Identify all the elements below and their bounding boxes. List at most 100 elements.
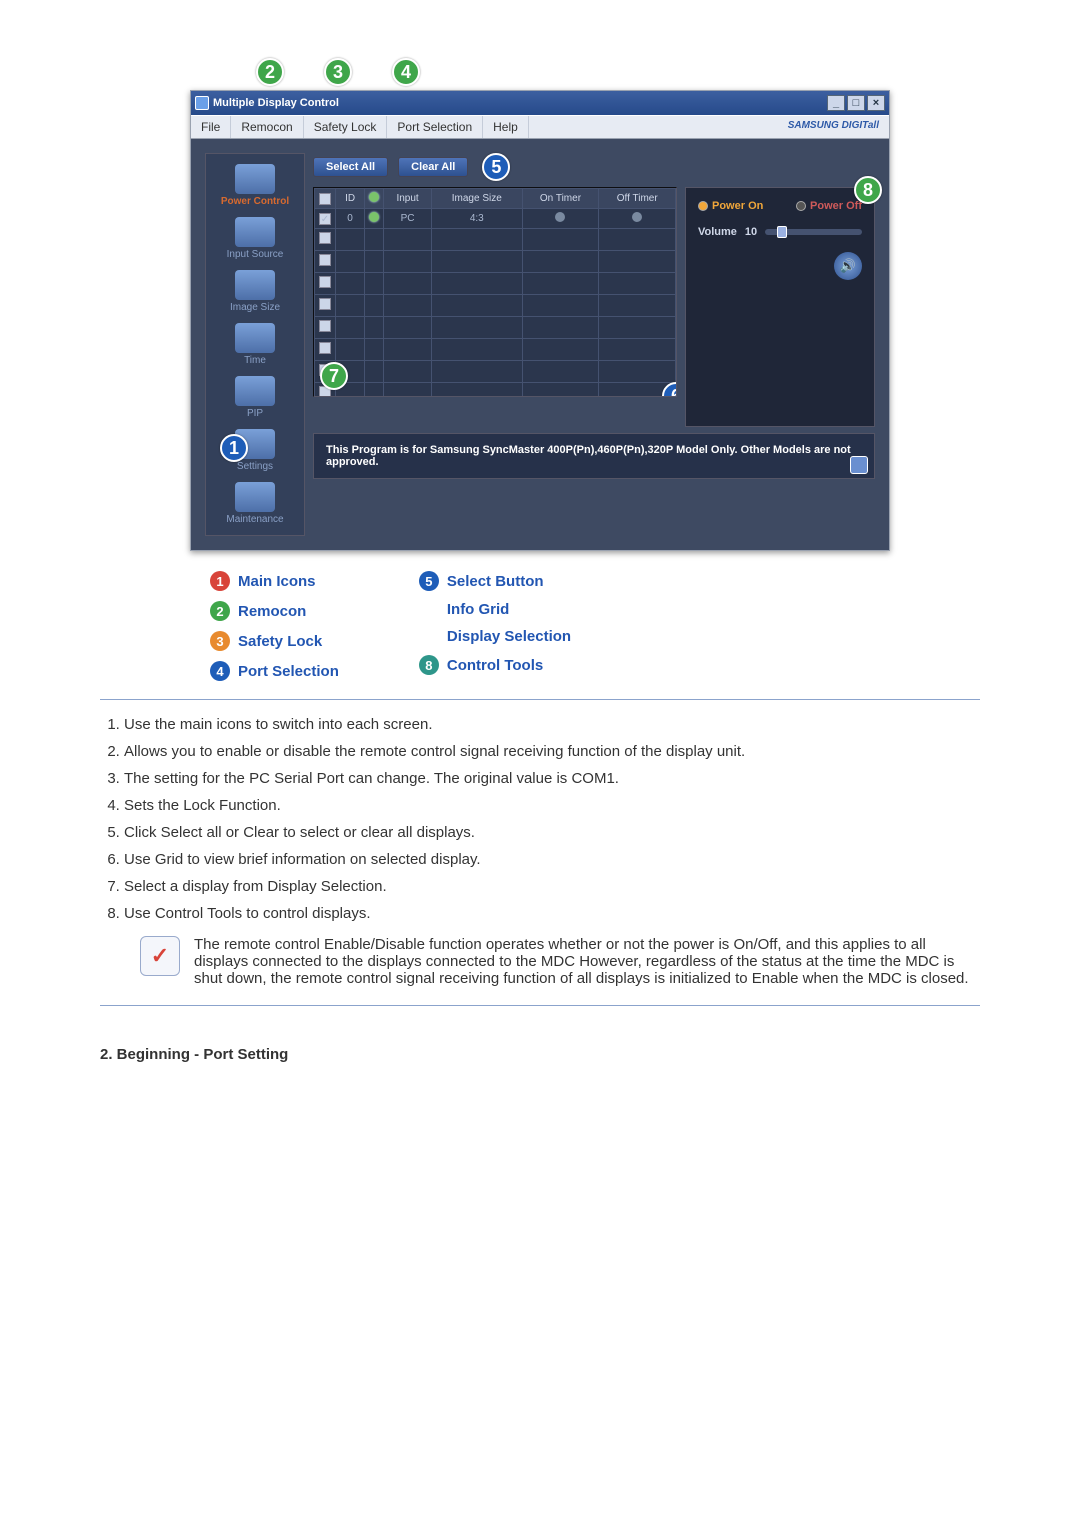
legend-text: Control Tools xyxy=(447,657,543,674)
separator xyxy=(100,1005,980,1006)
separator xyxy=(100,699,980,700)
table-row[interactable] xyxy=(315,273,676,295)
volume-label: Volume xyxy=(698,226,737,238)
sidebar: Power Control Input Source Image Size Ti… xyxy=(205,153,305,536)
grid-header-image-size: Image Size xyxy=(432,189,523,209)
legend-text: Display Selection xyxy=(447,628,571,645)
radio-dot-icon xyxy=(698,201,708,211)
menu-help[interactable]: Help xyxy=(483,116,529,138)
note-icon: ✓ xyxy=(140,936,180,976)
maintenance-icon xyxy=(235,482,275,512)
sidebar-item-label: Time xyxy=(208,355,302,366)
legend-text: Safety Lock xyxy=(238,633,322,650)
row-checkbox[interactable] xyxy=(319,254,331,266)
list-item: Use Control Tools to control displays. xyxy=(124,905,980,922)
row-checkbox[interactable]: ✓ xyxy=(319,213,331,225)
app-title: Multiple Display Control xyxy=(213,97,339,109)
power-off-label: Power Off xyxy=(810,200,862,212)
window-minimize-button[interactable]: _ xyxy=(827,95,845,111)
row-checkbox[interactable] xyxy=(319,276,331,288)
legend-num-1: 1 xyxy=(210,571,230,591)
row-checkbox[interactable] xyxy=(319,320,331,332)
control-tools-panel: 8 Power On Power Off xyxy=(685,187,875,427)
power-icon xyxy=(235,164,275,194)
table-row[interactable] xyxy=(315,317,676,339)
callout-3: 3 xyxy=(324,58,352,86)
window-close-button[interactable]: × xyxy=(867,95,885,111)
table-row[interactable] xyxy=(315,339,676,361)
sidebar-item-maintenance[interactable]: Maintenance xyxy=(208,478,302,529)
grid-header-input: Input xyxy=(384,189,432,209)
brand-label: SAMSUNG DIGITall xyxy=(778,116,889,138)
grid-header-checkbox[interactable]: ✓ xyxy=(315,189,336,209)
menu-remocon[interactable]: Remocon xyxy=(231,116,303,138)
power-off-radio[interactable]: Power Off xyxy=(796,200,862,212)
list-item: Select a display from Display Selection. xyxy=(124,878,980,895)
speaker-button[interactable]: 🔊 xyxy=(834,252,862,280)
input-icon xyxy=(235,217,275,247)
callout-7: 7 xyxy=(320,362,348,390)
table-row[interactable] xyxy=(315,361,676,383)
row-checkbox[interactable] xyxy=(319,342,331,354)
power-on-radio[interactable]: Power On xyxy=(698,200,763,212)
list-item: The setting for the PC Serial Port can c… xyxy=(124,770,980,787)
row-checkbox[interactable] xyxy=(319,232,331,244)
select-all-button[interactable]: Select All xyxy=(313,157,388,177)
app-icon xyxy=(195,96,209,110)
sidebar-item-power-control[interactable]: Power Control xyxy=(208,160,302,211)
grid-header-id: ID xyxy=(336,189,365,209)
sidebar-item-label: Maintenance xyxy=(208,514,302,525)
list-item: Use the main icons to switch into each s… xyxy=(124,716,980,733)
menu-file[interactable]: File xyxy=(191,116,231,138)
table-row[interactable] xyxy=(315,383,676,398)
power-on-label: Power On xyxy=(712,200,763,212)
sidebar-item-time[interactable]: Time xyxy=(208,319,302,370)
volume-value: 10 xyxy=(745,226,757,238)
legend: 1Main Icons 2Remocon 3Safety Lock 4Port … xyxy=(210,571,900,681)
callout-2: 2 xyxy=(256,58,284,86)
callout-5: 5 xyxy=(482,153,510,181)
volume-slider[interactable] xyxy=(765,229,862,235)
table-row[interactable] xyxy=(315,229,676,251)
grid-header-on-timer: On Timer xyxy=(522,189,599,209)
sidebar-item-input-source[interactable]: Input Source xyxy=(208,213,302,264)
callout-4: 4 xyxy=(392,58,420,86)
row-checkbox[interactable] xyxy=(319,298,331,310)
legend-text: Main Icons xyxy=(238,573,316,590)
off-timer-dot-icon xyxy=(632,212,642,222)
legend-num-3: 3 xyxy=(210,631,230,651)
menu-port-selection[interactable]: Port Selection xyxy=(387,116,483,138)
sidebar-item-image-size[interactable]: Image Size xyxy=(208,266,302,317)
menu-safety-lock[interactable]: Safety Lock xyxy=(304,116,388,138)
slider-thumb[interactable] xyxy=(777,226,787,238)
table-row[interactable]: ✓ 0 PC 4:3 xyxy=(315,209,676,229)
cell-id: 0 xyxy=(336,209,365,229)
status-dot-icon xyxy=(369,212,379,222)
clear-all-button[interactable]: Clear All xyxy=(398,157,468,177)
legend-num-8: 8 xyxy=(419,655,439,675)
explanations-list: Use the main icons to switch into each s… xyxy=(124,716,980,922)
table-row[interactable] xyxy=(315,295,676,317)
image-size-icon xyxy=(235,270,275,300)
sidebar-item-label: PIP xyxy=(208,408,302,419)
on-timer-dot-icon xyxy=(555,212,565,222)
sidebar-item-label: Image Size xyxy=(208,302,302,313)
note-text: The remote control Enable/Disable functi… xyxy=(194,936,980,987)
list-item: Sets the Lock Function. xyxy=(124,797,980,814)
list-item: Use Grid to view brief information on se… xyxy=(124,851,980,868)
resize-grip-icon[interactable] xyxy=(850,456,868,474)
app-window: Multiple Display Control _ □ × File Remo… xyxy=(190,90,890,551)
app-screenshot: 2 3 4 Multiple Display Control _ □ × Fil… xyxy=(190,90,890,551)
table-row[interactable] xyxy=(315,251,676,273)
legend-text: Info Grid xyxy=(447,601,510,618)
legend-text: Select Button xyxy=(447,573,544,590)
grid-header-status xyxy=(365,189,384,209)
section-heading: 2. Beginning - Port Setting xyxy=(100,1046,980,1063)
sidebar-item-label: Settings xyxy=(208,461,302,472)
sidebar-item-label: Input Source xyxy=(208,249,302,260)
cell-input: PC xyxy=(384,209,432,229)
window-maximize-button[interactable]: □ xyxy=(847,95,865,111)
legend-num-2: 2 xyxy=(210,601,230,621)
sidebar-item-pip[interactable]: PIP xyxy=(208,372,302,423)
callout-1: 1 xyxy=(220,434,248,462)
